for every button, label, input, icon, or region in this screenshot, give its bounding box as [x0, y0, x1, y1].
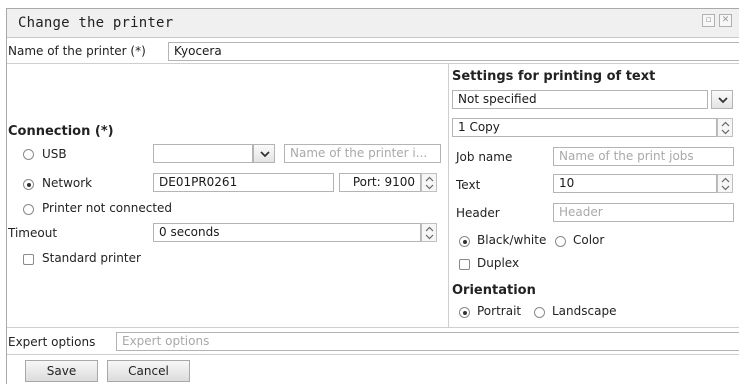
header-label: Header: [456, 206, 500, 220]
column-divider: [448, 64, 449, 327]
text-size-label: Text: [456, 178, 481, 192]
divider: [7, 63, 739, 64]
chevron-down-icon: [718, 97, 728, 104]
divider: [7, 327, 739, 328]
network-address-input[interactable]: DE01PR0261: [153, 173, 334, 192]
job-name-input[interactable]: Name of the print jobs: [553, 147, 734, 166]
chevron-up-icon: [721, 121, 730, 127]
network-radio[interactable]: [23, 179, 34, 190]
chevron-down-icon: [260, 151, 270, 158]
duplex-label: Duplex: [477, 256, 520, 270]
not-connected-label: Printer not connected: [42, 201, 173, 215]
network-port-input[interactable]: Port: 9100: [339, 173, 421, 192]
standard-printer-checkbox[interactable]: [23, 254, 34, 265]
close-icon[interactable]: ✕: [719, 14, 732, 27]
chevron-down-icon: [425, 184, 434, 190]
header-input[interactable]: Header: [553, 203, 734, 222]
not-connected-radio[interactable]: [23, 204, 34, 215]
landscape-radio[interactable]: [534, 307, 545, 318]
chevron-down-icon: [721, 185, 730, 191]
job-name-label: Job name: [456, 150, 513, 164]
orientation-heading: Orientation: [452, 283, 536, 298]
expert-options-input[interactable]: Expert options: [116, 332, 739, 351]
color-radio[interactable]: [555, 236, 566, 247]
text-settings-heading: Settings for printing of text: [452, 69, 656, 84]
maximize-icon[interactable]: ▫: [702, 14, 715, 27]
chevron-down-icon: [721, 129, 730, 135]
cancel-button[interactable]: Cancel: [107, 360, 190, 382]
chevron-up-icon: [425, 226, 434, 232]
divider: [7, 354, 739, 355]
portrait-radio[interactable]: [459, 307, 470, 318]
printer-name-label: Name of the printer (*): [8, 44, 146, 58]
port-stepper[interactable]: [421, 173, 437, 192]
standard-printer-label: Standard printer: [42, 251, 141, 265]
window-title: Change the printer: [18, 15, 174, 31]
timeout-label: Timeout: [8, 226, 58, 240]
portrait-label: Portrait: [477, 304, 522, 318]
chevron-down-icon: [425, 234, 434, 240]
landscape-label: Landscape: [552, 304, 617, 318]
timeout-input[interactable]: 0 seconds: [153, 223, 421, 242]
connection-heading: Connection (*): [8, 124, 114, 139]
save-button[interactable]: Save: [25, 360, 98, 382]
copies-input[interactable]: 1 Copy: [452, 118, 717, 137]
chevron-up-icon: [425, 176, 434, 182]
network-label: Network: [42, 176, 93, 190]
text-size-input[interactable]: 10: [553, 174, 717, 193]
usb-dropdown-button[interactable]: [253, 144, 275, 163]
copies-stepper[interactable]: [717, 118, 733, 137]
duplex-checkbox[interactable]: [459, 259, 470, 270]
timeout-stepper[interactable]: [421, 223, 437, 242]
text-size-stepper[interactable]: [717, 174, 733, 193]
usb-radio[interactable]: [23, 149, 34, 160]
color-label: Color: [573, 233, 605, 247]
printer-name-input[interactable]: Kyocera: [168, 42, 739, 61]
black-white-radio[interactable]: [459, 236, 470, 247]
print-mode-dropdown[interactable]: Not specified: [452, 90, 708, 109]
usb-label: USB: [42, 147, 67, 161]
black-white-label: Black/white: [477, 233, 547, 247]
print-mode-dropdown-button[interactable]: [711, 90, 733, 109]
usb-port-dropdown[interactable]: [153, 144, 253, 163]
chevron-up-icon: [721, 177, 730, 183]
usb-printer-name-input[interactable]: Name of the printer i...: [284, 144, 441, 163]
expert-options-label: Expert options: [8, 335, 96, 349]
